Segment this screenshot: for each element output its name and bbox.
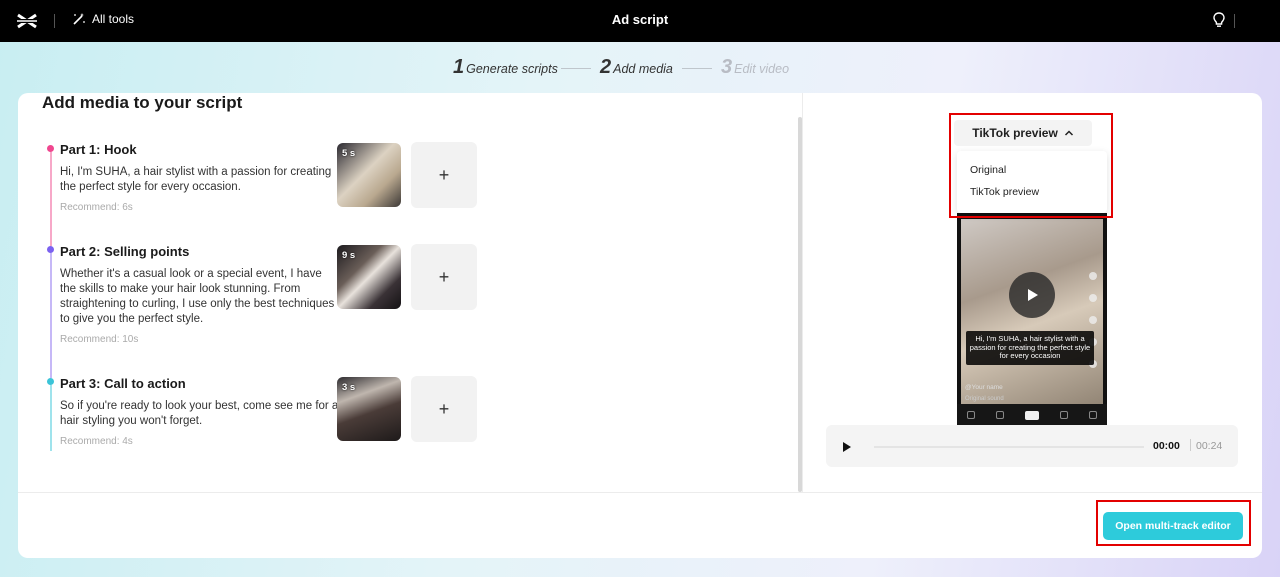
preview-username: @Your name	[965, 384, 1003, 391]
add-media-button-call-to-action[interactable]: +	[411, 376, 477, 442]
timeline-dot-hook	[47, 145, 54, 152]
part-description[interactable]: Whether it's a casual look or a special …	[60, 267, 340, 327]
preview-caption: Hi, I'm SUHA, a hair stylist with a pass…	[966, 331, 1094, 365]
discover-icon	[996, 411, 1005, 419]
scrollbar[interactable]	[798, 117, 802, 492]
avatar-icon	[1089, 272, 1097, 280]
preview-play-button[interactable]	[1009, 272, 1055, 318]
lightbulb-icon[interactable]	[1210, 11, 1228, 29]
inbox-icon	[1059, 411, 1068, 419]
tiktok-side-icons	[1089, 272, 1099, 382]
media-duration: 5 s	[342, 148, 356, 159]
step-connector	[561, 68, 591, 69]
step-number: 1	[453, 56, 465, 78]
page-title: Ad script	[611, 12, 669, 27]
media-duration: 9 s	[342, 250, 356, 261]
comment-icon	[1089, 316, 1097, 324]
section-title: Add media to your script	[42, 93, 243, 112]
part-recommend: Recommend: 4s	[60, 436, 133, 447]
stepper: 1 Generate scripts 2 Add media 3 Edit vi…	[0, 56, 1280, 80]
add-media-button-selling-points[interactable]: +	[411, 244, 477, 310]
current-time: 00:00	[1153, 440, 1180, 452]
panel-divider	[802, 93, 803, 492]
script-part-call-to-action: Part 3: Call to action So if you're read…	[60, 376, 340, 447]
top-bar: All tools Ad script	[0, 0, 1280, 42]
header-divider-right	[1234, 14, 1235, 28]
part-title: Part 3: Call to action	[60, 376, 186, 391]
part-description[interactable]: Hi, I'm SUHA, a hair stylist with a pass…	[60, 165, 340, 195]
part-recommend: Recommend: 6s	[60, 202, 133, 213]
tiktok-bottom-nav	[957, 404, 1107, 426]
step-connector	[682, 68, 712, 69]
phone-preview	[957, 213, 1107, 426]
media-thumbnail-selling-points[interactable]: 9 s	[337, 245, 401, 309]
highlight-box-dropdown	[949, 113, 1113, 218]
play-icon	[1028, 289, 1038, 301]
part-description[interactable]: So if you're ready to look your best, co…	[60, 399, 340, 429]
plus-icon: +	[438, 266, 450, 287]
add-media-button-hook[interactable]: +	[411, 142, 477, 208]
video-player-controls: 00:00 00:24	[826, 425, 1238, 467]
plus-icon: +	[438, 164, 450, 185]
script-part-selling-points: Part 2: Selling points Whether it's a ca…	[60, 244, 340, 345]
step-label: Add media	[613, 62, 673, 76]
step-generate-scripts[interactable]: 1 Generate scripts	[453, 56, 558, 79]
play-icon[interactable]	[842, 441, 852, 453]
total-time: 00:24	[1196, 440, 1223, 452]
highlight-box-editor-button	[1096, 500, 1251, 546]
plus-icon: +	[438, 398, 450, 419]
media-duration: 3 s	[342, 382, 356, 393]
script-part-hook: Part 1: Hook Hi, I'm SUHA, a hair stylis…	[60, 142, 340, 213]
profile-icon	[1088, 411, 1097, 419]
timeline-segment	[49, 152, 52, 246]
part-title: Part 2: Selling points	[60, 244, 190, 259]
step-label: Edit video	[734, 62, 790, 76]
time-separator	[1190, 439, 1191, 451]
footer-divider	[18, 492, 1262, 493]
home-icon	[967, 411, 976, 419]
part-title: Part 1: Hook	[60, 142, 137, 157]
playback-progress-track[interactable]	[874, 446, 1144, 448]
step-number: 3	[721, 56, 733, 78]
part-recommend: Recommend: 10s	[60, 334, 139, 345]
timeline-dot-selling	[47, 246, 54, 253]
like-icon	[1089, 294, 1097, 302]
timeline-segment	[49, 385, 52, 451]
step-add-media[interactable]: 2 Add media	[600, 56, 673, 79]
media-thumbnail-hook[interactable]: 5 s	[337, 143, 401, 207]
step-number: 2	[600, 56, 612, 78]
media-thumbnail-call-to-action[interactable]: 3 s	[337, 377, 401, 441]
preview-sound: Original sound	[965, 396, 1004, 402]
step-label: Generate scripts	[466, 62, 558, 76]
timeline-dot-cta	[47, 378, 54, 385]
step-edit-video: 3 Edit video	[721, 56, 789, 79]
timeline-segment	[49, 253, 52, 378]
create-icon	[1024, 410, 1039, 420]
